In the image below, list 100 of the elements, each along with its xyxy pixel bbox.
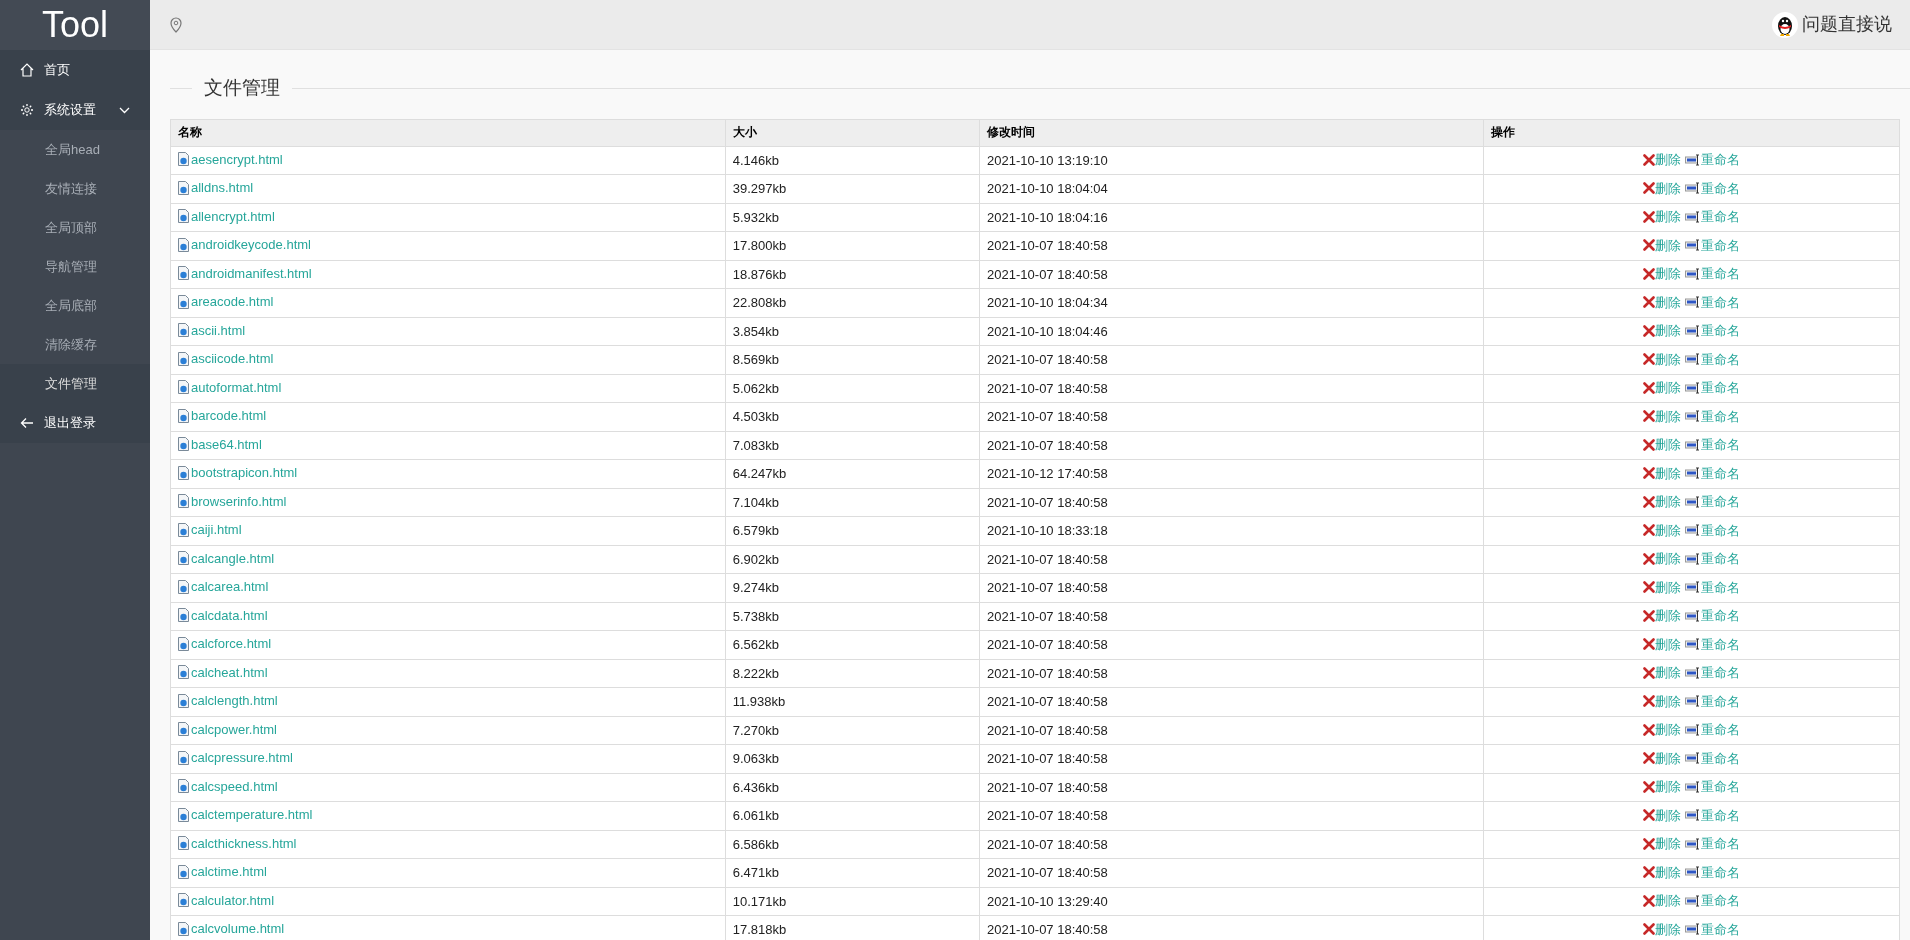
delete-link[interactable]: 删除 xyxy=(1643,663,1682,682)
delete-link[interactable]: 删除 xyxy=(1643,919,1682,939)
rename-link[interactable]: 重命名 xyxy=(1685,292,1741,312)
rename-link[interactable]: 重命名 xyxy=(1685,321,1741,340)
delete-link[interactable]: 删除 xyxy=(1643,720,1682,739)
file-link[interactable]: calcthickness.html xyxy=(178,833,297,853)
file-link[interactable]: androidmanifest.html xyxy=(178,263,312,283)
delete-link[interactable]: 删除 xyxy=(1643,435,1682,454)
file-link[interactable]: calcpressure.html xyxy=(178,748,293,767)
delete-link[interactable]: 删除 xyxy=(1643,207,1682,226)
delete-link[interactable]: 删除 xyxy=(1643,378,1682,397)
file-link[interactable]: browserinfo.html xyxy=(178,491,287,511)
home-icon xyxy=(20,63,34,77)
file-link[interactable]: alldns.html xyxy=(178,178,254,197)
delete-link[interactable]: 删除 xyxy=(1643,178,1682,198)
section-title: 文件管理 xyxy=(203,76,281,100)
rename-link[interactable]: 重命名 xyxy=(1685,463,1741,483)
delete-link[interactable]: 删除 xyxy=(1643,492,1682,511)
delete-link[interactable]: 删除 xyxy=(1643,235,1682,255)
rename-link[interactable]: 重命名 xyxy=(1685,349,1741,369)
rename-link[interactable]: 重命名 xyxy=(1685,919,1741,939)
html-file-icon xyxy=(178,836,189,850)
file-link[interactable]: areacode.html xyxy=(178,292,274,311)
file-link[interactable]: allencrypt.html xyxy=(178,206,275,226)
rename-link[interactable]: 重命名 xyxy=(1685,777,1741,796)
delete-link[interactable]: 删除 xyxy=(1643,862,1682,882)
file-link[interactable]: calcarea.html xyxy=(178,577,269,596)
rename-link[interactable]: 重命名 xyxy=(1685,691,1741,711)
rename-link[interactable]: 重命名 xyxy=(1685,235,1741,255)
sidebar-item[interactable]: 退出登录 xyxy=(0,403,150,443)
rename-link[interactable]: 重命名 xyxy=(1685,748,1741,768)
rename-link[interactable]: 重命名 xyxy=(1685,178,1741,198)
rename-link[interactable]: 重命名 xyxy=(1685,264,1741,283)
delete-link[interactable]: 删除 xyxy=(1643,264,1682,283)
delete-link[interactable]: 删除 xyxy=(1643,606,1682,625)
rename-link[interactable]: 重命名 xyxy=(1685,834,1741,853)
file-link[interactable]: barcode.html xyxy=(178,406,267,425)
sidebar-subitem[interactable]: 友情连接 xyxy=(0,169,150,208)
sidebar-item[interactable]: 首页 xyxy=(0,50,150,90)
rename-link[interactable]: 重命名 xyxy=(1685,862,1741,882)
sidebar-subitem[interactable]: 全局head xyxy=(0,130,150,169)
rename-link[interactable]: 重命名 xyxy=(1685,891,1741,910)
sidebar-subitem[interactable]: 全局顶部 xyxy=(0,208,150,247)
file-link[interactable]: bootstrapicon.html xyxy=(178,463,298,482)
delete-link[interactable]: 删除 xyxy=(1643,520,1682,540)
file-link[interactable]: calcheat.html xyxy=(178,662,268,682)
file-link[interactable]: base64.html xyxy=(178,434,262,454)
file-link[interactable]: calclength.html xyxy=(178,691,278,710)
delete-link[interactable]: 删除 xyxy=(1643,577,1682,597)
file-link[interactable]: calcangle.html xyxy=(178,548,275,568)
delete-link[interactable]: 删除 xyxy=(1643,150,1682,169)
delete-link[interactable]: 删除 xyxy=(1643,463,1682,483)
rename-link[interactable]: 重命名 xyxy=(1685,606,1741,625)
rename-link[interactable]: 重命名 xyxy=(1685,406,1741,426)
delete-link[interactable]: 删除 xyxy=(1643,406,1682,426)
sidebar-subitem[interactable]: 导航管理 xyxy=(0,247,150,286)
sidebar-subitem[interactable]: 文件管理 xyxy=(0,364,150,403)
rename-link[interactable]: 重命名 xyxy=(1685,378,1741,397)
file-link[interactable]: calcspeed.html xyxy=(178,776,278,796)
delete-link[interactable]: 删除 xyxy=(1643,321,1682,340)
rename-link[interactable]: 重命名 xyxy=(1685,720,1741,739)
delete-link[interactable]: 删除 xyxy=(1643,834,1682,853)
rename-link[interactable]: 重命名 xyxy=(1685,663,1741,682)
feedback-link[interactable]: 问题直接说 xyxy=(1802,11,1892,38)
file-link[interactable]: calculator.html xyxy=(178,890,275,910)
rename-link[interactable]: 重命名 xyxy=(1685,577,1741,597)
delete-link[interactable]: 删除 xyxy=(1643,691,1682,711)
file-link[interactable]: calcforce.html xyxy=(178,634,272,653)
file-link[interactable]: calcvolume.html xyxy=(178,919,285,938)
file-link[interactable]: asciicode.html xyxy=(178,349,274,368)
delete-link[interactable]: 删除 xyxy=(1643,891,1682,910)
delete-link[interactable]: 删除 xyxy=(1643,805,1682,825)
sidebar-subitem[interactable]: 全局底部 xyxy=(0,286,150,325)
file-link[interactable]: androidkeycode.html xyxy=(178,235,311,254)
file-link[interactable]: ascii.html xyxy=(178,320,246,340)
delete-link[interactable]: 删除 xyxy=(1643,748,1682,768)
sidebar-item[interactable]: 系统设置 xyxy=(0,90,150,130)
rename-link[interactable]: 重命名 xyxy=(1685,492,1741,511)
delete-link[interactable]: 删除 xyxy=(1643,292,1682,312)
rename-link[interactable]: 重命名 xyxy=(1685,150,1741,169)
file-link[interactable]: calcdata.html xyxy=(178,605,268,625)
close-icon xyxy=(1643,581,1656,593)
delete-link[interactable]: 删除 xyxy=(1643,634,1682,654)
file-link[interactable]: autoformat.html xyxy=(178,377,282,397)
rename-link[interactable]: 重命名 xyxy=(1685,435,1741,454)
rename-link[interactable]: 重命名 xyxy=(1685,207,1741,226)
delete-link[interactable]: 删除 xyxy=(1643,549,1682,568)
delete-link[interactable]: 删除 xyxy=(1643,349,1682,369)
file-link[interactable]: aesencrypt.html xyxy=(178,149,283,169)
delete-link[interactable]: 删除 xyxy=(1643,777,1682,796)
file-link[interactable]: calcpower.html xyxy=(178,719,277,739)
rename-link[interactable]: 重命名 xyxy=(1685,805,1741,825)
file-link[interactable]: calctime.html xyxy=(178,862,267,881)
sidebar-subitem[interactable]: 清除缓存 xyxy=(0,325,150,364)
rename-link[interactable]: 重命名 xyxy=(1685,520,1741,540)
html-file-icon xyxy=(178,779,189,793)
rename-link[interactable]: 重命名 xyxy=(1685,634,1741,654)
rename-link[interactable]: 重命名 xyxy=(1685,549,1741,568)
file-link[interactable]: calctemperature.html xyxy=(178,805,313,824)
file-link[interactable]: caiji.html xyxy=(178,520,242,539)
